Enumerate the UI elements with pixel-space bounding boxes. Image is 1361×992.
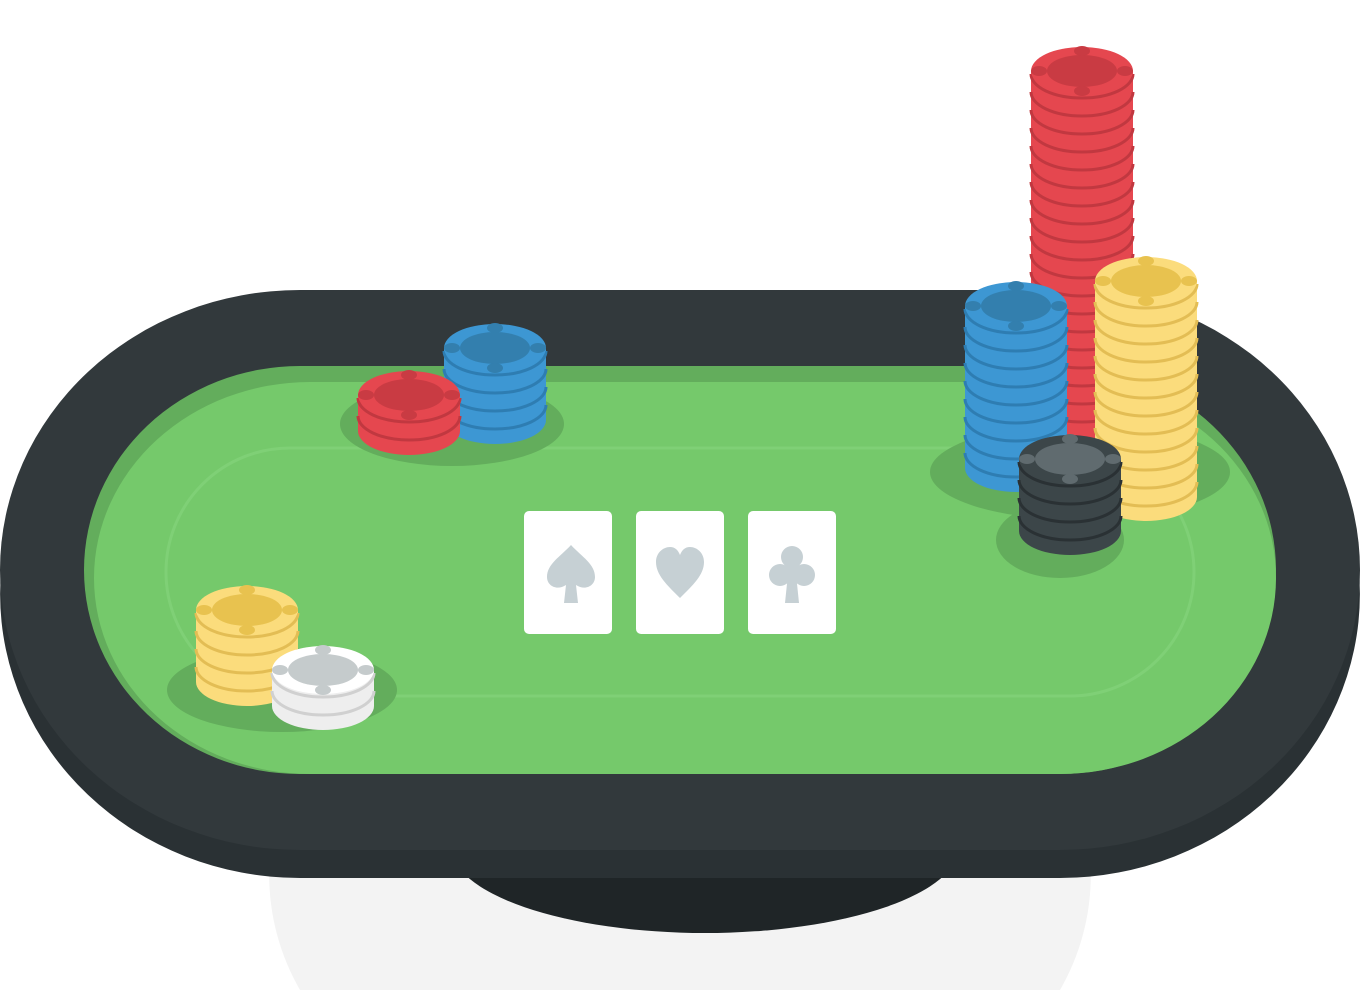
chip-center [288, 654, 358, 686]
chip-center [1047, 55, 1117, 87]
chip-center [981, 290, 1051, 322]
chip-stack-black[interactable] [1017, 434, 1123, 555]
card-1[interactable] [524, 511, 612, 634]
chip-center [1035, 443, 1105, 475]
card-3[interactable] [748, 511, 836, 634]
chip-center [1111, 265, 1181, 297]
chip-stack-red[interactable] [356, 370, 462, 455]
chip-center [374, 379, 444, 411]
poker-table-scene [0, 46, 1360, 990]
card-2[interactable] [636, 511, 724, 634]
chip-center [212, 594, 282, 626]
chip-center [460, 332, 530, 364]
community-cards [524, 511, 836, 634]
chip-group-right[interactable] [963, 46, 1199, 555]
chip-stack-white[interactable] [270, 645, 376, 730]
